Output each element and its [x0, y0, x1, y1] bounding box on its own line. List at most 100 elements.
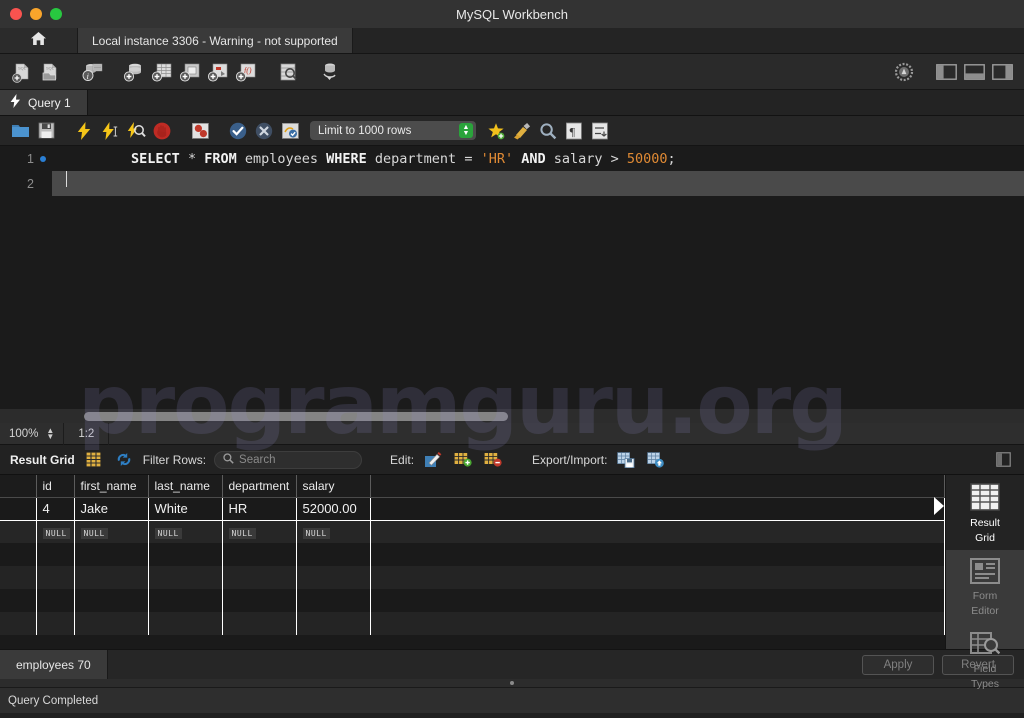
- execute-icon[interactable]: [72, 119, 96, 143]
- home-tab[interactable]: [0, 28, 78, 53]
- cell-salary-null[interactable]: NULL: [296, 520, 371, 543]
- sql-editor[interactable]: 1 SELECT * FROM employees WHERE departme…: [0, 146, 1024, 409]
- commit-icon[interactable]: [226, 119, 250, 143]
- add-row-icon[interactable]: [452, 449, 474, 471]
- cell-id-null[interactable]: NULL: [36, 520, 75, 543]
- explain-icon[interactable]: [124, 119, 148, 143]
- cell-department[interactable]: HR: [222, 497, 297, 521]
- zoom-stepper[interactable]: ▲ ▼: [46, 426, 54, 440]
- cell-first-name[interactable]: Jake: [74, 497, 149, 521]
- svg-text:f(): f(): [244, 66, 252, 75]
- edit-row-icon[interactable]: [422, 449, 444, 471]
- side-item-form-editor[interactable]: Form Editor: [946, 550, 1024, 623]
- server-status-icon[interactable]: i: [78, 58, 106, 86]
- table-row[interactable]: NULL NULL NULL NULL NULL: [0, 520, 945, 543]
- cell-last-name[interactable]: White: [148, 497, 223, 521]
- cell-id[interactable]: 4: [36, 497, 75, 521]
- inspect-table-icon[interactable]: [274, 58, 302, 86]
- beautify-icon[interactable]: [484, 119, 508, 143]
- search-input[interactable]: Search: [214, 450, 363, 469]
- row-marker: [0, 566, 37, 589]
- cursor-position-value: 1:2: [78, 427, 95, 440]
- column-header-last-name[interactable]: last_name: [148, 475, 223, 498]
- save-file-icon[interactable]: [34, 119, 58, 143]
- zoom-control[interactable]: 100% ▲ ▼: [0, 422, 65, 445]
- column-header-filler: [370, 475, 945, 498]
- autocommit-icon[interactable]: [278, 119, 302, 143]
- clear-context-icon[interactable]: [510, 119, 534, 143]
- query-tab[interactable]: Query 1: [0, 90, 88, 115]
- column-header-department[interactable]: department: [222, 475, 297, 498]
- side-item-field-types[interactable]: Field Types: [946, 623, 1024, 696]
- import-recordset-icon[interactable]: [645, 449, 667, 471]
- cell-first-name-null[interactable]: NULL: [74, 520, 149, 543]
- code-line[interactable]: 2: [0, 171, 1024, 196]
- side-item-label: Form: [972, 590, 998, 602]
- cell-filler: [370, 612, 945, 635]
- code-line[interactable]: 1 SELECT * FROM employees WHERE departme…: [0, 146, 1024, 171]
- new-table-icon[interactable]: [148, 58, 176, 86]
- result-grid-table-wrap[interactable]: id first_name last_name department salar…: [0, 475, 945, 649]
- gutter-line-2[interactable]: 2: [0, 171, 52, 196]
- panel-splitter[interactable]: [0, 679, 1024, 687]
- toggle-sidebar-icon[interactable]: [932, 58, 960, 86]
- panel-expand-arrow-icon[interactable]: [934, 497, 944, 515]
- cell-last-name-null[interactable]: NULL: [148, 520, 223, 543]
- row-marker[interactable]: [0, 497, 37, 521]
- toggle-secondary-sidebar-icon[interactable]: [988, 58, 1016, 86]
- cell-empty: [36, 543, 75, 566]
- delete-row-icon[interactable]: [482, 449, 504, 471]
- export-recordset-icon[interactable]: [615, 449, 637, 471]
- query-tab-label: Query 1: [28, 95, 71, 110]
- filter-rows-label: Filter Rows:: [142, 452, 207, 467]
- connection-tab[interactable]: Local instance 3306 - Warning - not supp…: [78, 28, 353, 53]
- column-header-salary[interactable]: salary: [296, 475, 371, 498]
- editor-horizontal-scrollbar[interactable]: [0, 409, 1024, 423]
- apply-button[interactable]: Apply: [862, 654, 934, 675]
- search-icon: [223, 452, 234, 467]
- execute-current-icon[interactable]: [98, 119, 122, 143]
- new-function-icon[interactable]: f(): [232, 58, 260, 86]
- query-tab-strip: Query 1: [0, 90, 1024, 116]
- refresh-icon[interactable]: [113, 449, 135, 471]
- column-header-first-name[interactable]: first_name: [74, 475, 149, 498]
- cell-department-null[interactable]: NULL: [222, 520, 297, 543]
- new-view-icon[interactable]: [176, 58, 204, 86]
- search-data-icon[interactable]: [316, 58, 344, 86]
- side-item-result-grid[interactable]: Result Grid: [945, 475, 1024, 550]
- stop-icon[interactable]: [150, 119, 174, 143]
- settings-gear-icon[interactable]: [890, 58, 918, 86]
- open-sql-file-icon[interactable]: SQL: [36, 58, 64, 86]
- invisible-chars-icon[interactable]: ¶: [562, 119, 586, 143]
- svg-text:¶: ¶: [570, 124, 576, 138]
- open-file-icon[interactable]: [8, 119, 32, 143]
- wrap-lines-icon[interactable]: [588, 119, 612, 143]
- result-grid-icon[interactable]: [83, 449, 105, 471]
- result-set-tab[interactable]: employees 70: [0, 650, 108, 679]
- breakpoint-dot-icon[interactable]: [40, 155, 46, 162]
- new-sql-file-icon[interactable]: SQL: [8, 58, 36, 86]
- gutter-line-1[interactable]: 1: [0, 146, 52, 171]
- cell-empty: [74, 612, 149, 635]
- cell-salary[interactable]: 52000.00: [296, 497, 371, 521]
- edit-label: Edit:: [390, 452, 415, 467]
- toggle-panel-icon[interactable]: [992, 449, 1014, 471]
- limit-rows-stepper[interactable]: ▲ ▼: [459, 123, 473, 138]
- column-header-id[interactable]: id: [36, 475, 75, 498]
- table-row[interactable]: 4 Jake White HR 52000.00: [0, 497, 945, 521]
- cell-empty: [296, 589, 371, 612]
- cell-empty: [36, 612, 75, 635]
- limit-rows-select[interactable]: Limit to 1000 rows ▲ ▼: [310, 121, 476, 140]
- mysql-workbench-window: MySQL Workbench Local instance 3306 - Wa…: [0, 0, 1024, 718]
- rollback-icon[interactable]: [252, 119, 276, 143]
- scrollbar-thumb[interactable]: [84, 411, 508, 421]
- new-procedure-icon[interactable]: [204, 58, 232, 86]
- toggle-breakpoint-icon[interactable]: [188, 119, 212, 143]
- row-marker[interactable]: [0, 520, 37, 543]
- toggle-output-icon[interactable]: [960, 58, 988, 86]
- new-schema-icon[interactable]: [120, 58, 148, 86]
- result-grid-toolbar: Result Grid Filter Rows: Search Edit: Ex…: [0, 445, 1024, 475]
- side-item-label2: Grid: [975, 532, 995, 544]
- null-badge: NULL: [42, 528, 70, 540]
- find-icon[interactable]: [536, 119, 560, 143]
